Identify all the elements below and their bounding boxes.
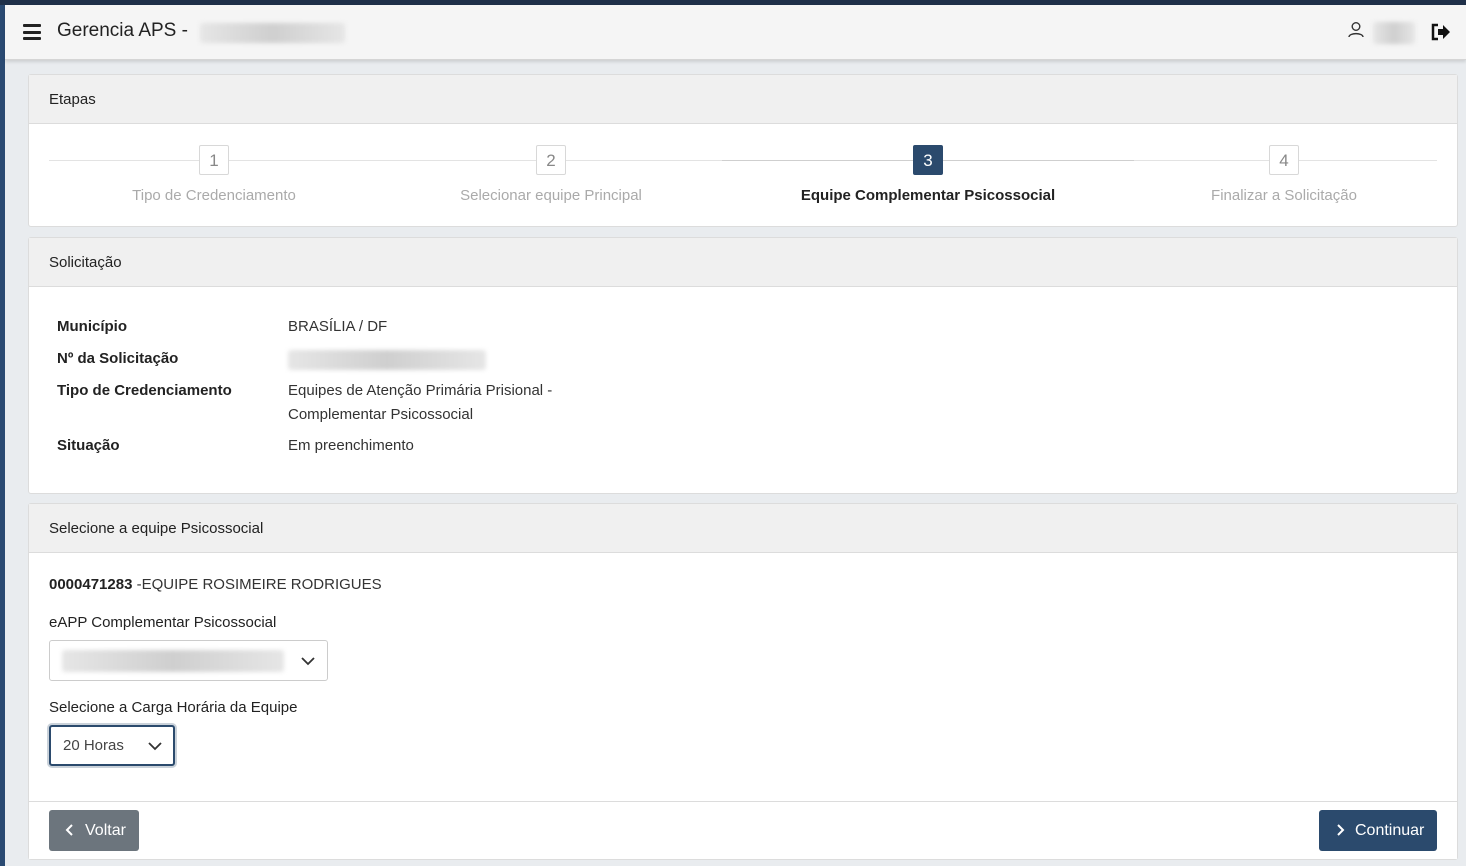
eapp-label: eAPP Complementar Psicossocial — [49, 614, 277, 631]
step-number-active: 3 — [913, 145, 943, 175]
continuar-button[interactable]: Continuar — [1319, 810, 1437, 851]
equipe-header: Selecione a equipe Psicossocial — [29, 504, 1457, 553]
team-code: 0000471283 — [49, 576, 133, 593]
top-navbar: Gerencia APS - — [5, 5, 1466, 60]
situacao-value: Em preenchimento — [288, 437, 414, 454]
card-footer: Voltar Continuar — [29, 801, 1457, 859]
chevron-down-icon — [301, 657, 315, 666]
solicitacao-header: Solicitação — [29, 238, 1457, 287]
step-label-active: Equipe Complementar Psicossocial — [800, 187, 1056, 204]
chevron-down-icon — [148, 742, 162, 751]
step-number: 1 — [199, 145, 229, 175]
team-name: -EQUIPE ROSIMEIRE RODRIGUES — [132, 576, 382, 593]
carga-label: Selecione a Carga Horária da Equipe — [49, 699, 298, 716]
logout-icon[interactable] — [1430, 22, 1452, 42]
etapas-card: Etapas 1 Tipo de Credenciamento 2 Seleci… — [28, 74, 1458, 227]
situacao-label: Situação — [57, 437, 120, 454]
tipo-label: Tipo de Credenciamento — [57, 382, 232, 399]
user-icon[interactable] — [1347, 21, 1365, 39]
voltar-label: Voltar — [85, 822, 126, 839]
solicitacao-card: Solicitação Município BRASÍLIA / DF Nº d… — [28, 237, 1458, 494]
tipo-value: Equipes de Atenção Primária Prisional - … — [288, 382, 553, 423]
etapas-header: Etapas — [29, 75, 1457, 124]
voltar-button[interactable]: Voltar — [49, 810, 139, 851]
redacted-title — [200, 23, 345, 43]
continuar-label: Continuar — [1355, 822, 1425, 839]
step-label: Selecionar equipe Principal — [460, 187, 642, 204]
redacted-eapp-value — [62, 650, 284, 672]
left-accent-bar — [0, 5, 5, 866]
eapp-select[interactable] — [49, 640, 328, 681]
municipio-value: BRASÍLIA / DF — [288, 318, 388, 335]
app-title: Gerencia APS - — [57, 20, 188, 41]
step-number: 2 — [536, 145, 566, 175]
equipe-card: Selecione a equipe Psicossocial 00004712… — [28, 503, 1458, 860]
chevron-right-icon — [1337, 824, 1345, 836]
step-label: Tipo de Credenciamento — [132, 187, 296, 204]
redacted-username — [1373, 22, 1415, 44]
carga-horaria-value: 20 Horas — [63, 737, 124, 754]
carga-horaria-select[interactable]: 20 Horas — [49, 725, 175, 766]
numero-label: Nº da Solicitação — [57, 350, 179, 367]
redacted-numero — [288, 350, 486, 370]
stepper: 1 Tipo de Credenciamento 2 Selecionar eq… — [29, 124, 1457, 227]
step-number: 4 — [1269, 145, 1299, 175]
step-label: Finalizar a Solicitação — [1211, 187, 1357, 204]
chevron-left-icon — [65, 824, 73, 836]
hamburger-menu-icon[interactable] — [23, 24, 41, 40]
numero-value — [288, 347, 608, 378]
team-info: 0000471283 -EQUIPE ROSIMEIRE RODRIGUES — [49, 576, 382, 593]
municipio-label: Município — [57, 318, 127, 335]
